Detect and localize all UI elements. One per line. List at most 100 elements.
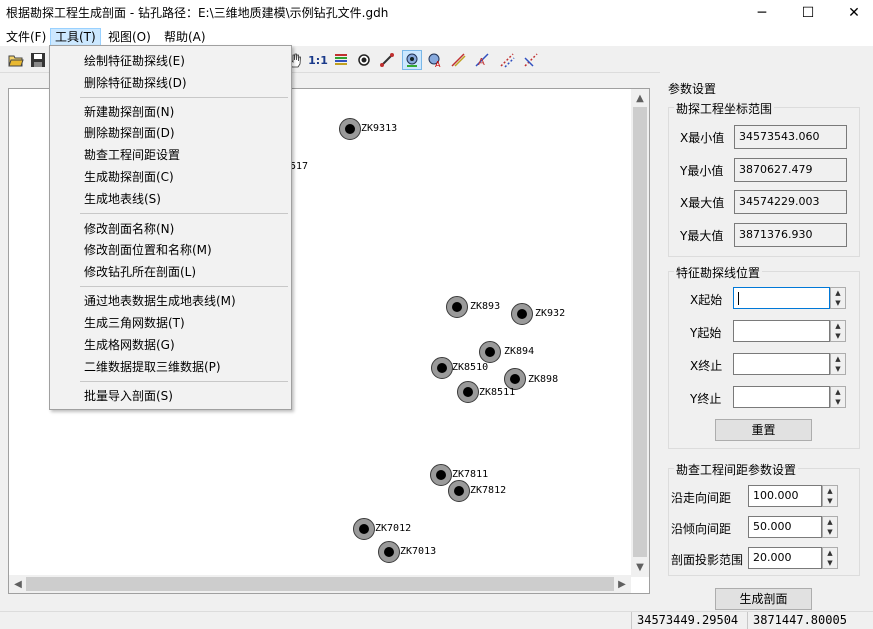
menu-item-generate-section[interactable]: 生成勘探剖面(C): [84, 167, 174, 187]
projection-range-label: 剖面投影范围: [671, 553, 744, 567]
edit-line-icon[interactable]: [448, 50, 468, 70]
text-line-icon[interactable]: A: [472, 50, 492, 70]
cross-line-icon[interactable]: [521, 50, 541, 70]
dip-spacing-input[interactable]: 50.000: [748, 516, 822, 538]
menu-help[interactable]: 帮助(A): [160, 28, 210, 46]
spacing-group-label: 勘查工程间距参数设置: [674, 461, 799, 478]
drillhole-marker[interactable]: [448, 480, 470, 502]
drillhole-marker[interactable]: [446, 296, 468, 318]
point-icon[interactable]: [354, 50, 374, 70]
horizontal-scroll-thumb[interactable]: [26, 577, 614, 591]
menu-item-spacing-settings[interactable]: 勘查工程间距设置: [84, 145, 180, 165]
drillhole-marker[interactable]: [457, 381, 479, 403]
dip-spacing-label: 沿倾向间距: [671, 522, 732, 536]
strike-spacing-input[interactable]: 100.000: [748, 485, 822, 507]
menu-item-change-hole-section[interactable]: 修改钻孔所在剖面(L): [84, 262, 196, 282]
drillhole-icon[interactable]: [402, 50, 422, 70]
xstart-input[interactable]: [733, 287, 830, 309]
drillhole-marker[interactable]: [430, 464, 452, 486]
menu-view[interactable]: 视图(O): [104, 28, 155, 46]
drillhole-label: ZK7012: [375, 523, 412, 534]
projection-range-input[interactable]: 20.000: [748, 547, 822, 569]
menu-tools[interactable]: 工具(T): [50, 28, 101, 46]
ymin-field[interactable]: 3870627.479: [734, 158, 847, 182]
strike-spacing-label: 沿走向间距: [671, 491, 732, 505]
drillhole-marker[interactable]: [479, 341, 501, 363]
menu-separator: [80, 97, 288, 98]
svg-text:A: A: [478, 57, 485, 68]
minimize-button[interactable]: ─: [742, 0, 782, 26]
ystart-label: Y起始: [690, 326, 722, 340]
drillhole-label: ZK7811: [452, 469, 489, 480]
projection-range-spinner[interactable]: ▲ ▼: [822, 547, 838, 569]
xmin-field[interactable]: 34573543.060: [734, 125, 847, 149]
menu-item-generate-surface[interactable]: 生成地表线(S): [84, 189, 161, 209]
vertical-scroll-thumb[interactable]: [633, 107, 647, 557]
close-button[interactable]: ✕: [834, 0, 873, 26]
maximize-button[interactable]: ☐: [788, 0, 828, 26]
ystart-input[interactable]: [733, 320, 830, 342]
menu-item-new-section[interactable]: 新建勘探剖面(N): [84, 102, 174, 122]
menu-item-rename-section[interactable]: 修改剖面名称(N): [84, 219, 174, 239]
scroll-up-icon[interactable]: ▲: [632, 90, 648, 106]
menu-file[interactable]: 文件(F): [2, 28, 50, 46]
status-divider: [631, 612, 632, 629]
yend-label: Y终止: [690, 392, 722, 406]
menu-item-surface-from-data[interactable]: 通过地表数据生成地表线(M): [84, 291, 236, 311]
scroll-down-icon[interactable]: ▼: [632, 559, 648, 575]
ymax-field[interactable]: 3871376.930: [734, 223, 847, 247]
drillhole-marker[interactable]: [511, 303, 533, 325]
legend-icon[interactable]: [331, 50, 351, 70]
menu-item-move-rename[interactable]: 修改剖面位置和名称(M): [84, 240, 212, 260]
yend-input[interactable]: [733, 386, 830, 408]
tools-dropdown-menu: 绘制特征勘探线(E) 删除特征勘探线(D) 新建勘探剖面(N) 删除勘探剖面(D…: [49, 45, 292, 410]
scroll-right-icon[interactable]: ▶: [614, 576, 630, 592]
dip-spacing-spinner[interactable]: ▲ ▼: [822, 516, 838, 538]
drillhole-label: ZK894: [504, 346, 535, 357]
svg-text:A: A: [435, 60, 441, 68]
line-tool-icon[interactable]: [377, 50, 397, 70]
dashed-line-icon[interactable]: [497, 50, 517, 70]
xstart-spinner[interactable]: ▲ ▼: [830, 287, 846, 309]
panel-title: 参数设置: [668, 82, 717, 96]
drillhole-marker[interactable]: [378, 541, 400, 563]
menu-item-tin-data[interactable]: 生成三角网数据(T): [84, 313, 185, 333]
title-bar: 根据勘探工程生成剖面 - 钻孔路径：E:\三维地质建模\示例钻孔文件.gdh ─…: [0, 0, 873, 26]
xmax-field[interactable]: 34574229.003: [734, 190, 847, 214]
strike-spacing-spinner[interactable]: ▲ ▼: [822, 485, 838, 507]
status-x-coordinate: 34573449.29504: [637, 613, 739, 627]
drillhole-label: ZK7812: [470, 485, 507, 496]
xend-input[interactable]: [733, 353, 830, 375]
drillhole-marker[interactable]: [339, 118, 361, 140]
ystart-spinner[interactable]: ▲ ▼: [830, 320, 846, 342]
open-icon[interactable]: [6, 50, 26, 70]
drillhole-label: ZK9313: [361, 123, 398, 134]
drillhole-marker[interactable]: [431, 357, 453, 379]
reset-button[interactable]: 重置: [715, 419, 812, 441]
xstart-label: X起始: [690, 293, 723, 307]
menu-item-grid-data[interactable]: 生成格网数据(G): [84, 335, 175, 355]
drillhole-label: ZK8511: [479, 387, 516, 398]
menu-item-delete-section[interactable]: 删除勘探剖面(D): [84, 123, 175, 143]
xend-spinner[interactable]: ▲ ▼: [830, 353, 846, 375]
xend-label: X终止: [690, 359, 723, 373]
scroll-left-icon[interactable]: ◀: [10, 576, 26, 592]
menu-item-2d-to-3d[interactable]: 二维数据提取三维数据(P): [84, 357, 221, 377]
drillhole-label: ZK893: [470, 301, 501, 312]
menu-item-delete-line[interactable]: 删除特征勘探线(D): [84, 73, 187, 93]
drillhole-label: ZK898: [528, 374, 559, 385]
status-divider: [747, 612, 748, 629]
yend-spinner[interactable]: ▲ ▼: [830, 386, 846, 408]
menu-bar: 文件(F) 工具(T) 视图(O) 帮助(A): [0, 26, 873, 46]
drillhole-marker[interactable]: [353, 518, 375, 540]
label-icon[interactable]: A: [425, 50, 445, 70]
save-icon[interactable]: [28, 50, 48, 70]
xmin-label: X最小值: [680, 131, 725, 145]
menu-item-draw-line[interactable]: 绘制特征勘探线(E): [84, 51, 185, 71]
ymax-label: Y最大值: [680, 229, 724, 243]
coordinate-range-group-label: 勘探工程坐标范围: [674, 100, 775, 117]
generate-section-button[interactable]: 生成剖面: [715, 588, 812, 610]
menu-item-batch-import[interactable]: 批量导入剖面(S): [84, 386, 173, 406]
menu-separator: [80, 381, 288, 382]
scale-1to1-icon[interactable]: 1:1: [306, 50, 330, 70]
